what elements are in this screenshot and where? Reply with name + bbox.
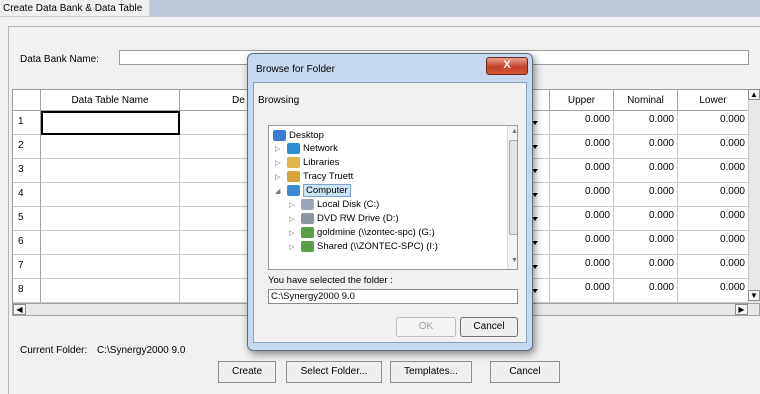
expand-arrow-icon[interactable]: ▷: [275, 145, 280, 153]
current-folder-label: Current Folder:: [20, 345, 88, 356]
expand-arrow-icon[interactable]: ▷: [289, 229, 294, 237]
lower-cell[interactable]: 0.000: [678, 159, 749, 183]
upper-cell[interactable]: 0.000: [550, 159, 614, 183]
upper-cell[interactable]: 0.000: [550, 231, 614, 255]
folder-tree[interactable]: Desktop ▷ Network ▷ Libraries ▷ Tracy Truett ◢ C…: [268, 125, 518, 270]
row-header-corner: [13, 90, 41, 111]
expand-arrow-icon[interactable]: ▷: [289, 201, 294, 209]
data-bank-name-label: Data Bank Name:: [20, 54, 99, 65]
name-cell[interactable]: [41, 159, 180, 183]
expand-arrow-icon[interactable]: ▷: [289, 243, 294, 251]
upper-cell[interactable]: 0.000: [550, 279, 614, 303]
computer-icon: [287, 185, 300, 196]
row-number[interactable]: 2: [13, 135, 41, 159]
upper-cell[interactable]: 0.000: [550, 207, 614, 231]
dialog-body: Browsing Desktop ▷ Network ▷ Libraries ▷ Tracy…: [253, 82, 527, 343]
tree-scroll-down-icon[interactable]: ▼: [511, 257, 517, 264]
templates-button[interactable]: Templates...: [390, 361, 472, 383]
tree-item-label: DVD RW Drive (D:): [317, 213, 399, 224]
name-cell[interactable]: [41, 279, 180, 303]
nominal-cell[interactable]: 0.000: [614, 183, 678, 207]
row-number[interactable]: 8: [13, 279, 41, 303]
close-icon[interactable]: X: [486, 57, 528, 75]
nominal-cell[interactable]: 0.000: [614, 279, 678, 303]
name-cell[interactable]: [41, 183, 180, 207]
scroll-left-icon[interactable]: ◀: [13, 304, 26, 315]
network-drive-icon: [301, 227, 314, 238]
dvd-drive-icon: [301, 213, 314, 224]
tree-item-label: Libraries: [303, 157, 340, 168]
tree-item-label: Desktop: [289, 130, 324, 141]
tree-item-label: Tracy Truett: [303, 171, 354, 182]
row-number[interactable]: 3: [13, 159, 41, 183]
expand-arrow-icon[interactable]: ◢: [275, 187, 280, 195]
upper-cell[interactable]: 0.000: [550, 183, 614, 207]
cancel-button[interactable]: Cancel: [490, 361, 560, 383]
lower-cell[interactable]: 0.000: [678, 279, 749, 303]
tree-scroll-thumb[interactable]: [509, 140, 517, 235]
create-button[interactable]: Create: [218, 361, 276, 383]
name-cell[interactable]: [41, 207, 180, 231]
name-cell[interactable]: [41, 135, 180, 159]
window-title: Create Data Bank & Data Table: [0, 0, 150, 17]
lower-cell[interactable]: 0.000: [678, 207, 749, 231]
tree-item-label: Local Disk (C:): [317, 199, 380, 210]
title-bar: [150, 0, 760, 17]
expand-arrow-icon[interactable]: ▷: [275, 173, 280, 181]
upper-cell[interactable]: 0.000: [550, 111, 614, 135]
select-folder-button[interactable]: Select Folder...: [286, 361, 382, 383]
tree-item-label: Shared (\\ZONTEC-SPC) (I:): [317, 241, 438, 252]
nominal-cell[interactable]: 0.000: [614, 207, 678, 231]
nominal-cell[interactable]: 0.000: [614, 159, 678, 183]
name-cell[interactable]: [41, 231, 180, 255]
nominal-cell[interactable]: 0.000: [614, 255, 678, 279]
expand-arrow-icon[interactable]: ▷: [275, 159, 280, 167]
upper-cell[interactable]: 0.000: [550, 135, 614, 159]
row-number[interactable]: 1: [13, 111, 41, 135]
row-number[interactable]: 6: [13, 231, 41, 255]
tree-item-label: Computer: [303, 184, 351, 197]
dialog-title: Browse for Folder: [256, 64, 335, 75]
row-number[interactable]: 7: [13, 255, 41, 279]
lower-cell[interactable]: 0.000: [678, 183, 749, 207]
name-cell[interactable]: [41, 255, 180, 279]
nominal-cell[interactable]: 0.000: [614, 135, 678, 159]
lower-cell[interactable]: 0.000: [678, 111, 749, 135]
scroll-up-icon[interactable]: ▲: [748, 89, 760, 100]
scroll-down-icon[interactable]: ▼: [748, 290, 760, 301]
browse-for-folder-dialog: Browse for Folder X Browsing Desktop ▷ Net…: [247, 53, 533, 351]
nominal-cell[interactable]: 0.000: [614, 231, 678, 255]
column-header-lower[interactable]: Lower: [678, 90, 749, 111]
local-disk-icon: [301, 199, 314, 210]
network-icon: [287, 143, 300, 154]
tree-scroll-up-icon[interactable]: ▲: [511, 128, 517, 135]
libraries-icon: [287, 157, 300, 168]
name-cell[interactable]: [41, 111, 180, 135]
expand-arrow-icon[interactable]: ▷: [289, 215, 294, 223]
selected-folder-input[interactable]: C:\Synergy2000 9.0: [268, 289, 518, 304]
lower-cell[interactable]: 0.000: [678, 135, 749, 159]
lower-cell[interactable]: 0.000: [678, 231, 749, 255]
tree-item-label: Network: [303, 143, 338, 154]
column-header-nominal[interactable]: Nominal: [614, 90, 678, 111]
dialog-cancel-button[interactable]: Cancel: [460, 317, 518, 337]
current-folder-value: C:\Synergy2000 9.0: [97, 345, 186, 356]
table-vertical-scrollbar[interactable]: ▲ ▼: [748, 89, 760, 304]
row-number[interactable]: 5: [13, 207, 41, 231]
scroll-right-icon[interactable]: ▶: [735, 304, 748, 315]
tree-item-label: goldmine (\\zontec-spc) (G:): [317, 227, 435, 238]
browsing-label: Browsing: [258, 95, 300, 106]
column-header-upper[interactable]: Upper: [550, 90, 614, 111]
user-folder-icon: [287, 171, 300, 182]
column-header-name[interactable]: Data Table Name: [41, 90, 180, 111]
lower-cell[interactable]: 0.000: [678, 255, 749, 279]
network-drive-icon: [301, 241, 314, 252]
upper-cell[interactable]: 0.000: [550, 255, 614, 279]
ok-button[interactable]: OK: [396, 317, 456, 337]
row-number[interactable]: 4: [13, 183, 41, 207]
desktop-icon: [273, 130, 286, 141]
selected-folder-label: You have selected the folder :: [268, 275, 393, 286]
nominal-cell[interactable]: 0.000: [614, 111, 678, 135]
